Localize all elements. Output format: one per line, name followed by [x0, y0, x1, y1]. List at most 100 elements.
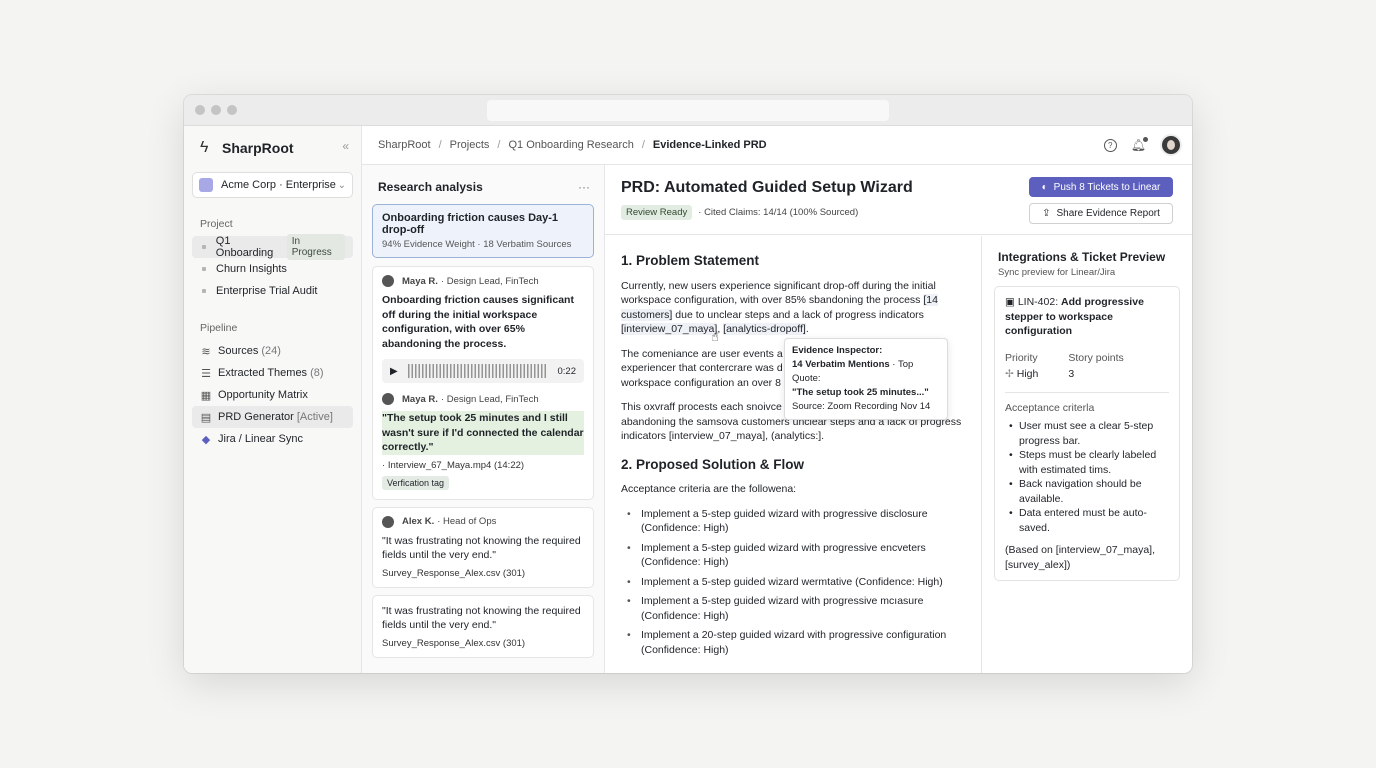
evidence-author: Alex K. · Head of Ops: [382, 515, 584, 528]
section-heading: 2. Proposed Solution & Flow: [621, 456, 805, 472]
collapse-sidebar-icon[interactable]: «: [342, 139, 349, 153]
author-role: · Head of Ops: [437, 516, 497, 527]
evidence-quote: "It was frustrating not knowing the requ…: [382, 604, 581, 632]
share-report-button[interactable]: ⇪ Share Evidence Report: [1029, 203, 1173, 224]
tooltip-source: Source: Zoom Recording Nov 14: [792, 401, 931, 412]
sidebar-item-label: Opportunity Matrix: [218, 389, 308, 401]
sidebar-item-label: Enterprise Trial Audit: [216, 285, 318, 297]
integrations-panel: Integrations & Ticket Preview Sync previ…: [981, 236, 1192, 673]
org-avatar: [199, 178, 213, 192]
evidence-card[interactable]: Alex K. · Head of Ops "It was frustratin…: [372, 506, 594, 588]
breadcrumb-item[interactable]: Q1 Onboarding Research: [508, 139, 633, 151]
integrations-title: Integrations & Ticket Preview: [998, 250, 1166, 264]
source-file-link[interactable]: Survey_Response_Alex.csv (301): [382, 568, 584, 579]
share-icon: ⇪: [1042, 208, 1051, 219]
sidebar-item-sources[interactable]: ≋ Sources (24): [192, 340, 353, 362]
source-file-link[interactable]: · Interview_67_Maya.mp4 (14:22): [382, 460, 584, 471]
section-heading: 1. Problem Statement: [621, 253, 760, 268]
close-window-button[interactable]: [195, 105, 205, 115]
paragraph: Currently, new users experience signific…: [621, 279, 965, 337]
sidebar-item-count: (24): [261, 345, 281, 357]
avatar[interactable]: [1160, 134, 1182, 156]
header-actions: ? 🔔︎: [1103, 134, 1182, 156]
sidebar-item-prd-generator[interactable]: ▤ PRD Generator [Active]: [192, 406, 353, 428]
sidebar-item-extracted-themes[interactable]: ☰ Extracted Themes (8): [192, 362, 353, 384]
breadcrumb-separator: /: [438, 139, 442, 151]
avatar: [382, 515, 394, 528]
notification-dot: [1143, 137, 1148, 142]
paragraph-text: .: [805, 323, 809, 335]
minimize-window-button[interactable]: [211, 105, 221, 115]
audio-duration: 0:22: [557, 365, 577, 377]
author-name: Alex K.: [402, 516, 435, 527]
diamond-icon: ◆: [201, 433, 211, 446]
sidebar-item-label: Q1 Onboarding: [215, 235, 274, 259]
criteria-item: Steps must be clearly labeled with estim…: [1009, 448, 1169, 477]
paragraph: The comeniance are user events a experie…: [621, 347, 783, 389]
address-bar[interactable]: [487, 100, 889, 121]
sidebar-item-label: Jira / Linear Sync: [218, 433, 303, 445]
sidebar-item-q1-onboarding[interactable]: Q1 Onboarding In Progress: [192, 234, 353, 260]
linear-icon: ◐: [1041, 181, 1048, 193]
highlighted-quote: "The setup took 25 minutes and I still w…: [382, 411, 584, 455]
sidebar-item-enterprise-trial-audit[interactable]: Enterprise Trial Audit: [192, 280, 353, 302]
citation-link[interactable]: [analytics-dropoff]: [723, 323, 806, 335]
document-icon: ▤: [200, 411, 212, 424]
ticket-id: LIN-402:: [1017, 296, 1059, 308]
breadcrumb-separator: /: [641, 139, 645, 151]
verification-tag[interactable]: Verfication tag: [382, 475, 450, 490]
sidebar-item-count: (8): [310, 367, 324, 379]
bullet-icon: [202, 245, 206, 249]
header: SharpRoot / Projects / Q1 Onboarding Res…: [362, 126, 1192, 165]
paragraph: Acceptance criteria are the followena:: [621, 483, 797, 495]
help-icon[interactable]: ?: [1103, 138, 1117, 152]
sidebar-item-status: [Active]: [296, 411, 333, 423]
tooltip-quote: "The setup took 25 minutes...": [792, 387, 929, 398]
layers-icon: ≋: [201, 345, 211, 358]
sidebar-item-jira-linear-sync[interactable]: ◆ Jira / Linear Sync: [192, 428, 353, 450]
bell-icon[interactable]: 🔔︎: [1131, 137, 1148, 152]
prd-header: PRD: Automated Guided Setup Wizard Revie…: [605, 165, 1192, 235]
status-badge: Review Ready: [621, 205, 693, 220]
breadcrumb-current: Evidence-Linked PRD: [652, 139, 767, 151]
breadcrumb: SharpRoot / Projects / Q1 Onboarding Res…: [378, 139, 767, 151]
priority-value: High: [1016, 368, 1039, 380]
bullet-icon: [202, 289, 206, 293]
theme-card[interactable]: Onboarding friction causes Day-1 drop-of…: [372, 204, 594, 258]
push-tickets-button[interactable]: ◐ Push 8 Tickets to Linear: [1029, 177, 1173, 197]
evidence-inspector-tooltip: Evidence Inspector: 14 Verbatim Mentions…: [784, 338, 948, 420]
evidence-card[interactable]: Maya R. · Design Lead, FinTech Onboardin…: [372, 266, 594, 500]
breadcrumb-item[interactable]: SharpRoot: [378, 139, 431, 151]
status-badge: In Progress: [286, 234, 345, 260]
more-options-icon[interactable]: ···: [578, 180, 590, 194]
chevron-down-icon: ⌄: [337, 179, 346, 191]
title-bar: [184, 95, 1192, 126]
evidence-quote: "It was frustrating not knowing the requ…: [382, 534, 581, 562]
evidence-card[interactable]: "It was frustrating not knowing the requ…: [372, 594, 594, 658]
sidebar-item-opportunity-matrix[interactable]: ▦ Opportunity Matrix: [192, 384, 353, 406]
audio-player[interactable]: ▶ 0:22: [382, 359, 584, 383]
source-file-name: Interview_67_Maya.mp4 (14:22): [387, 459, 525, 471]
share-report-label: Share Evidence Report: [1056, 208, 1160, 219]
author-role: · Design Lead, FinTech: [440, 393, 539, 405]
story-points-value: 3: [1068, 368, 1075, 380]
play-icon[interactable]: ▶: [390, 366, 398, 377]
priority-icon: ✢: [1005, 368, 1014, 380]
prd-document: 1. Problem Statement Currently, new user…: [605, 236, 981, 673]
breadcrumb-item[interactable]: Projects: [450, 139, 490, 151]
sidebar-item-churn-insights[interactable]: Churn Insights: [192, 258, 353, 280]
waveform[interactable]: [407, 364, 548, 378]
based-on-citations[interactable]: (Based on [interview_07_maya], [survey_a…: [1005, 543, 1169, 572]
theme-sub: 94% Evidence Weight · 18 Verbatim Source…: [382, 239, 572, 250]
sidebar-item-label: Extracted Themes: [218, 367, 308, 379]
criteria-item: Back navigation should be available.: [1009, 477, 1169, 506]
org-switcher[interactable]: Acme Corp · Enterprise ⌄: [192, 172, 353, 198]
theme-title: Onboarding friction causes Day-1 drop-of…: [382, 212, 559, 236]
source-file-link[interactable]: Survey_Response_Alex.csv (301): [382, 638, 584, 649]
list-icon: ☰: [201, 367, 211, 380]
pipeline-section-label: Pipeline: [200, 322, 238, 334]
tooltip-title: Evidence Inspector:: [792, 345, 883, 356]
ticket-preview[interactable]: ▣ LIN-402: Add progressive stepper to wo…: [994, 286, 1180, 581]
maximize-window-button[interactable]: [227, 105, 237, 115]
citation-link[interactable]: [interview_07_maya]: [621, 323, 718, 335]
